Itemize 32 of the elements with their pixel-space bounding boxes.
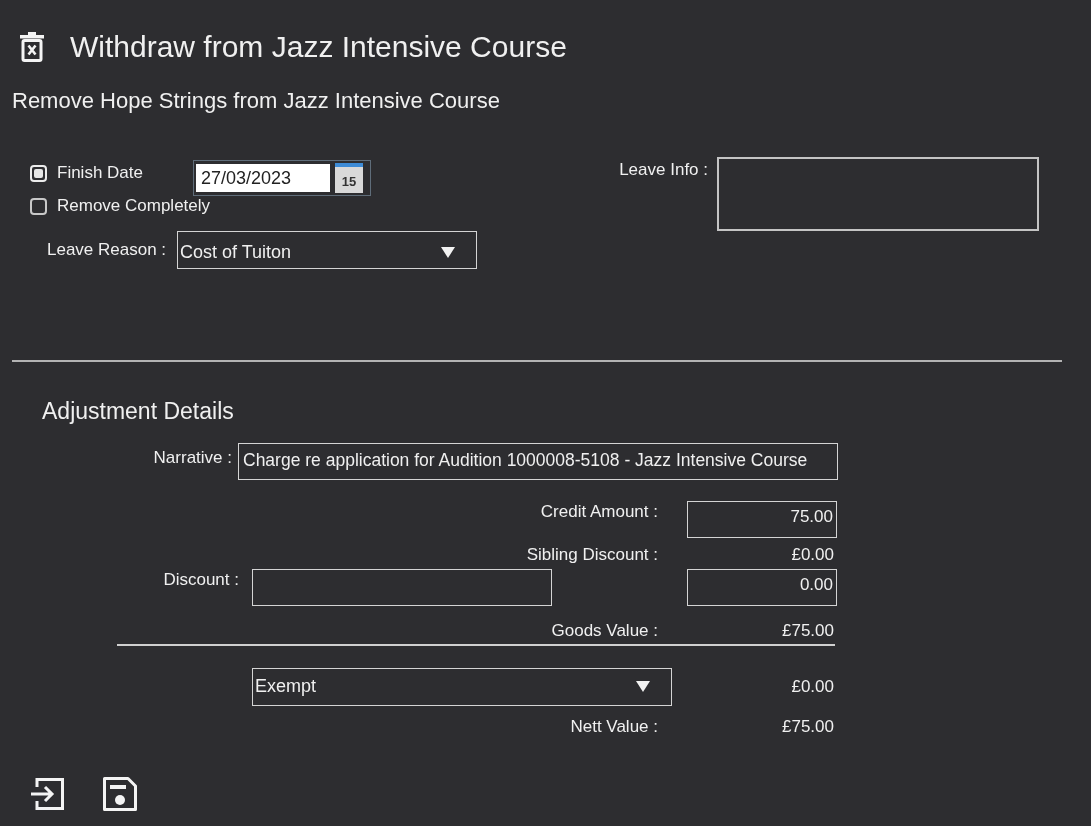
window-title: Withdraw from Jazz Intensive Course <box>70 30 567 64</box>
discount-amount-field[interactable]: 0.00 <box>687 569 837 606</box>
radio-option[interactable]: Finish Date <box>30 163 143 183</box>
section-title: Adjustment Details <box>42 397 234 425</box>
field-label: Narrative : <box>153 447 232 469</box>
narrative-field[interactable]: Charge re application for Audition 1000008-5108 - Jazz Intensive Course <box>238 443 838 480</box>
radio-option[interactable]: Remove Completely <box>30 196 211 216</box>
discount-field[interactable] <box>252 569 552 606</box>
date-field[interactable]: 27/03/2023 <box>196 164 330 192</box>
save-icon[interactable] <box>102 775 138 812</box>
leave-reason-dropdown[interactable]: Cost of Tuiton <box>177 231 477 269</box>
field-label: Goods Value : <box>551 621 658 641</box>
trash-icon <box>20 32 44 62</box>
amount-value: £75.00 <box>782 621 834 641</box>
field-label: Credit Amount : <box>540 501 658 523</box>
enter-icon[interactable] <box>30 775 66 812</box>
amount-value: £75.00 <box>782 716 834 737</box>
caret-icon <box>636 681 650 692</box>
field-label: Discount : <box>163 569 239 591</box>
radio-icon[interactable] <box>30 197 47 215</box>
field-label: Leave Info : <box>619 159 708 181</box>
amount-value: £0.00 <box>791 676 834 697</box>
leave-info-field[interactable] <box>717 157 1039 231</box>
field-label: Sibling Discount : <box>526 545 658 565</box>
caret-icon <box>441 246 455 258</box>
calendar-button[interactable]: 15 <box>335 163 363 193</box>
field-label: Nett Value : <box>570 716 658 737</box>
amount-value: £0.00 <box>791 545 834 565</box>
tax-dropdown[interactable]: Exempt <box>252 667 672 706</box>
field-label: Leave Reason : <box>47 240 167 259</box>
credit-amount-field[interactable]: 75.00 <box>687 501 837 538</box>
subtitle: Remove Hope Strings from Jazz Intensive Course <box>12 88 500 114</box>
